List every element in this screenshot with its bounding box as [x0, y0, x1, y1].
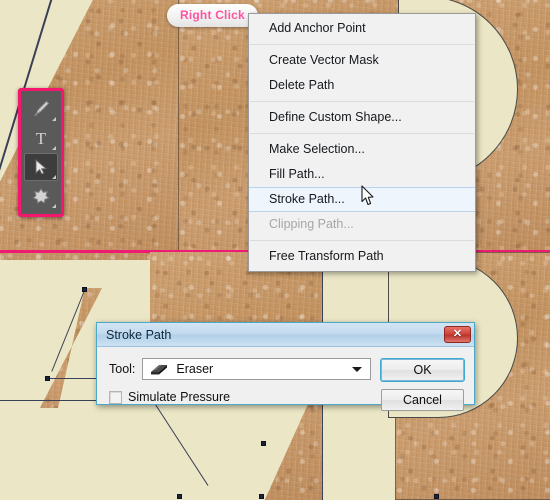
right-click-annotation-badge: Right Click	[167, 4, 258, 27]
menu-item-free-transform-path[interactable]: Free Transform Path	[249, 244, 475, 269]
type-icon: T	[35, 128, 47, 148]
tool-custom-shape[interactable]	[24, 182, 58, 210]
tool-field-label: Tool:	[109, 362, 136, 376]
simulate-pressure-label: Simulate Pressure	[128, 390, 231, 404]
eraser-icon	[151, 364, 168, 375]
dialog-title: Stroke Path	[106, 327, 172, 342]
path-context-menu[interactable]: Add Anchor Point Create Vector Mask Dele…	[248, 13, 476, 272]
tool-pen[interactable]	[24, 95, 58, 123]
path-anchor-point[interactable]	[45, 376, 50, 381]
cancel-button[interactable]: Cancel	[381, 389, 464, 411]
dialog-buttons: OK Cancel	[381, 358, 464, 411]
menu-separator	[250, 101, 474, 102]
tool-flyout-triangle-icon	[52, 204, 56, 208]
tool-flyout-triangle-icon	[52, 117, 56, 121]
path-anchor-point[interactable]	[82, 287, 87, 292]
menu-item-add-anchor-point[interactable]: Add Anchor Point	[249, 16, 475, 41]
stroke-path-dialog[interactable]: Stroke Path ✕ Tool: Eraser Simulate Pres…	[96, 322, 475, 411]
menu-item-create-vector-mask[interactable]: Create Vector Mask	[249, 48, 475, 73]
simulate-pressure-row[interactable]: Simulate Pressure	[109, 390, 371, 404]
menu-item-define-custom-shape[interactable]: Define Custom Shape...	[249, 105, 475, 130]
chevron-down-icon[interactable]	[352, 367, 362, 372]
path-anchor-point[interactable]	[177, 494, 182, 499]
pen-icon	[34, 100, 50, 117]
menu-separator	[250, 240, 474, 241]
tool-select[interactable]: Eraser	[142, 358, 371, 380]
menu-item-fill-path[interactable]: Fill Path...	[249, 162, 475, 187]
path-anchor-point[interactable]	[259, 494, 264, 499]
dialog-fields: Tool: Eraser Simulate Pressure	[109, 358, 371, 411]
path-anchor-point[interactable]	[261, 441, 266, 446]
menu-separator	[250, 44, 474, 45]
simulate-pressure-checkbox[interactable]	[109, 390, 122, 404]
tool-select-value: Eraser	[176, 362, 214, 376]
tool-flyout-triangle-icon	[52, 175, 56, 179]
path-selection-arrow-icon	[35, 159, 48, 175]
dialog-titlebar[interactable]: Stroke Path ✕	[97, 323, 474, 347]
custom-shape-icon	[32, 188, 50, 204]
tool-flyout-triangle-icon	[52, 146, 56, 150]
tool-field-row: Tool: Eraser	[109, 358, 371, 380]
tool-palette[interactable]: T	[18, 88, 64, 217]
mouse-cursor-icon	[361, 185, 375, 206]
path-anchor-point[interactable]	[434, 494, 439, 499]
menu-item-delete-path[interactable]: Delete Path	[249, 73, 475, 98]
menu-item-make-selection[interactable]: Make Selection...	[249, 137, 475, 162]
tool-path-selection[interactable]	[24, 153, 58, 181]
ok-button[interactable]: OK	[381, 359, 464, 381]
menu-item-clipping-path: Clipping Path...	[269, 217, 354, 231]
close-icon[interactable]: ✕	[444, 326, 471, 343]
menu-separator	[250, 133, 474, 134]
dialog-body: Tool: Eraser Simulate Pressure OK Cancel	[97, 347, 474, 421]
tool-type[interactable]: T	[24, 124, 58, 152]
